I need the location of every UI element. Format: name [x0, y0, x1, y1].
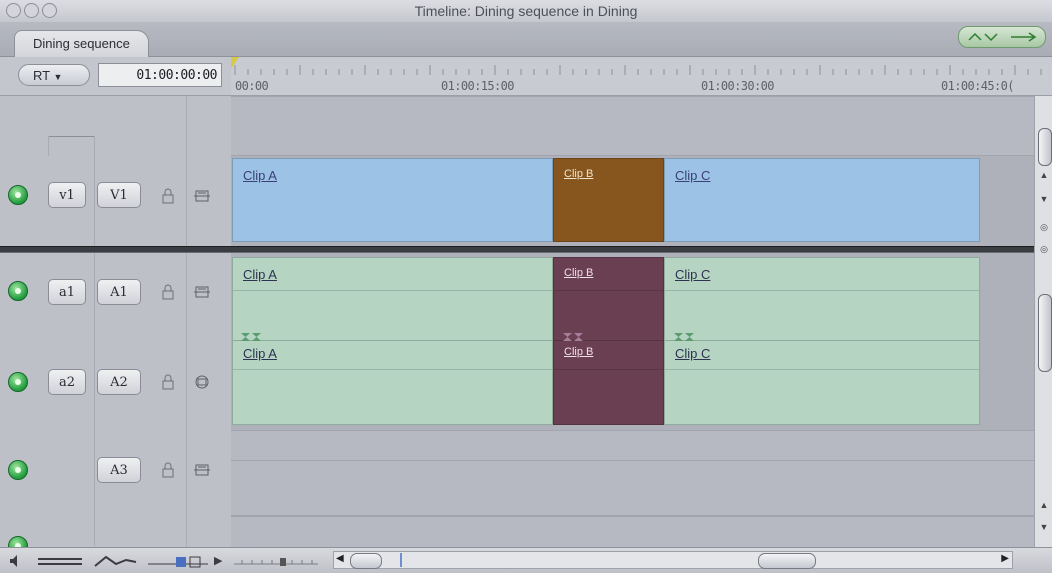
audio-level-line[interactable]: [665, 290, 979, 291]
clip-a2-b[interactable]: Clip B: [553, 341, 664, 425]
linking-icon[interactable]: [1005, 30, 1041, 44]
track-header-a2: a2 A2: [0, 341, 231, 427]
clip-name: Clip B: [564, 346, 594, 358]
track-visibility-button[interactable]: [8, 185, 28, 205]
clip-name: Clip B: [564, 267, 594, 279]
source-control-a1[interactable]: a1: [48, 279, 86, 305]
scroll-right-arrow-icon[interactable]: ▶: [1001, 553, 1009, 564]
clip-a2-c[interactable]: Clip C: [664, 341, 980, 425]
clip-name: Clip B: [564, 168, 594, 180]
patch-icon[interactable]: [193, 462, 211, 478]
rt-label: RT: [33, 68, 50, 83]
speaker-icon[interactable]: [8, 552, 22, 570]
clip-name: Clip A: [243, 168, 277, 183]
scroll-thumb-right[interactable]: [758, 553, 816, 569]
upper-scroll-thumb[interactable]: [1038, 128, 1052, 166]
clip-name: Clip A: [243, 267, 277, 282]
scroll-grip-icon[interactable]: ◎: [1038, 222, 1050, 232]
dest-control-a1[interactable]: A1: [97, 279, 141, 305]
ruler-row: RT ▼ 01:00:00:00 00:00 01:00:15:00 01:00…: [0, 57, 1052, 96]
clip-name: Clip C: [675, 267, 711, 282]
lock-icon[interactable]: [161, 462, 175, 478]
track-audible-button[interactable]: [8, 372, 28, 392]
scroll-grip-icon[interactable]: ◎: [1038, 244, 1050, 254]
clip-v1-c[interactable]: Clip C: [664, 158, 980, 242]
header-divider: [48, 136, 49, 156]
patch-icon[interactable]: [193, 284, 211, 300]
lower-scroll-thumb[interactable]: [1038, 294, 1052, 372]
clip-name: Clip A: [243, 346, 277, 361]
empty-video-band: [231, 96, 1034, 156]
lock-icon[interactable]: [161, 284, 175, 300]
chevron-down-icon: ▼: [53, 72, 63, 82]
clip-name: Clip C: [675, 168, 711, 183]
audio-level-line[interactable]: [233, 369, 552, 370]
tab-strip: Dining sequence: [0, 22, 1052, 57]
scroll-down-arrow-icon[interactable]: ▼: [1038, 194, 1050, 204]
track-separator: [231, 460, 1034, 461]
dest-control-a3[interactable]: A3: [97, 457, 141, 483]
ruler-label: 01:00:15:00: [441, 79, 514, 93]
horizontal-scrollbar[interactable]: ◀ ▶: [333, 551, 1013, 569]
patch-icon[interactable]: [193, 188, 211, 204]
rt-menu-button[interactable]: RT ▼: [18, 64, 90, 86]
clip-v1-a[interactable]: Clip A: [232, 158, 553, 242]
audio-level-line[interactable]: [554, 369, 663, 370]
track-audible-button[interactable]: [8, 460, 28, 480]
dest-control-v1[interactable]: V1: [97, 182, 141, 208]
scroll-up-arrow-icon[interactable]: ▲: [1038, 500, 1050, 510]
clip-a1-b[interactable]: Clip B: [553, 257, 664, 341]
track-audible-button[interactable]: [8, 281, 28, 301]
dest-control-a2[interactable]: A2: [97, 369, 141, 395]
ruler-label: 00:00: [235, 79, 269, 93]
timeline-window: Timeline: Dining sequence in Dining Dini…: [0, 0, 1052, 573]
current-timecode-field[interactable]: 01:00:00:00: [98, 63, 222, 87]
ruler-label: 01:00:30:00: [701, 79, 774, 93]
lock-icon[interactable]: [161, 188, 175, 204]
title-bar: Timeline: Dining sequence in Dining: [0, 0, 1052, 22]
audio-level-line[interactable]: [233, 290, 552, 291]
empty-audio-band: [231, 430, 1034, 516]
scroll-down-arrow-icon[interactable]: ▼: [1038, 522, 1050, 532]
track-header-a1: a1 A1: [0, 253, 231, 339]
ruler-ticks: [234, 65, 1042, 75]
track-header-v1: v1 V1: [0, 156, 231, 246]
playhead-indicator: [400, 553, 402, 567]
clip-name: Clip C: [675, 346, 711, 361]
playhead[interactable]: [231, 57, 239, 69]
clip-v1-b[interactable]: Clip B: [553, 158, 664, 242]
scroll-thumb-left[interactable]: [350, 553, 382, 569]
source-control-v1[interactable]: v1: [48, 182, 86, 208]
patch-icon[interactable]: [193, 374, 211, 390]
time-ruler[interactable]: 00:00 01:00:15:00 01:00:30:00 01:00:45:0…: [231, 57, 1052, 95]
clip-overlay-icon[interactable]: [92, 552, 140, 570]
track-size-icon[interactable]: [146, 552, 210, 570]
vertical-scrollbar[interactable]: ▲ ▼ ◎ ◎ ▲ ▼: [1034, 96, 1052, 547]
zoom-slider-icon[interactable]: [232, 552, 322, 570]
chevron-right-icon[interactable]: ▶: [214, 552, 222, 570]
track-area: v1 V1 Clip A Clip B Clip C a1 A1 Clip A: [0, 96, 1034, 556]
video-audio-divider[interactable]: [0, 246, 1034, 253]
tab-dining-sequence[interactable]: Dining sequence: [14, 30, 149, 57]
scroll-up-arrow-icon[interactable]: ▲: [1038, 170, 1050, 180]
ruler-label: 01:00:45:0(: [941, 79, 1014, 93]
clip-a1-c[interactable]: Clip C: [664, 257, 980, 341]
window-title: Timeline: Dining sequence in Dining: [414, 3, 638, 19]
track-header-a3: A3: [0, 430, 231, 514]
snapping-icon[interactable]: [965, 30, 1001, 44]
audio-level-line[interactable]: [665, 369, 979, 370]
clip-a2-a[interactable]: Clip A: [232, 341, 553, 425]
empty-audio-band: [231, 516, 1034, 549]
clip-a1-a[interactable]: Clip A: [232, 257, 553, 341]
lock-icon[interactable]: [161, 374, 175, 390]
view-toggle[interactable]: [958, 26, 1046, 48]
track-height-icon[interactable]: [34, 552, 86, 570]
header-bracket: [48, 136, 94, 137]
source-control-a2[interactable]: a2: [48, 369, 86, 395]
audio-level-line[interactable]: [554, 290, 663, 291]
scroll-left-arrow-icon[interactable]: ◀: [336, 553, 344, 564]
